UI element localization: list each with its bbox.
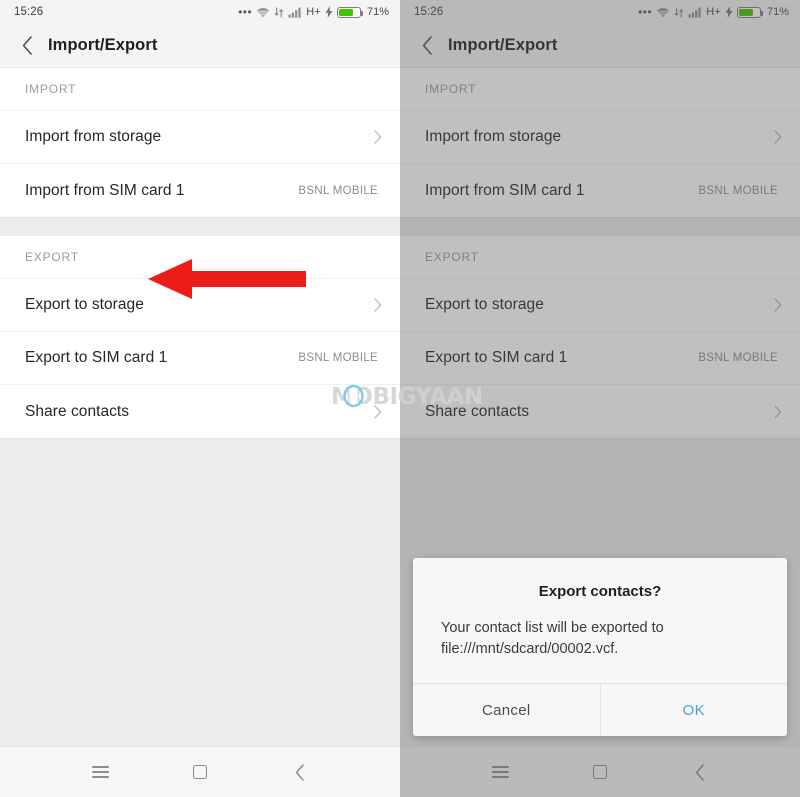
section-header-import: IMPORT xyxy=(400,68,800,111)
app-bar-right: Import/Export xyxy=(400,24,800,68)
charging-bolt-icon xyxy=(325,6,333,18)
list-item-label: Share contacts xyxy=(25,402,130,420)
section-header-export: EXPORT xyxy=(0,236,400,279)
home-square-icon[interactable] xyxy=(180,752,220,792)
status-clock: 15:26 xyxy=(14,6,44,18)
status-bar-right: 15:26 ••• H+ 71% xyxy=(400,0,800,24)
wifi-icon xyxy=(256,7,270,18)
chevron-right-icon xyxy=(768,404,782,419)
list-item-label: Share contacts xyxy=(425,402,530,420)
list-item-label: Export to SIM card 1 xyxy=(425,349,568,366)
data-transfer-icon xyxy=(674,7,684,18)
network-type-label: H+ xyxy=(306,6,321,18)
list-item-value: BSNL MOBILE xyxy=(698,352,778,364)
section-gap xyxy=(0,218,400,236)
settings-list: IMPORT Import from storage Import from S… xyxy=(400,68,800,439)
dialog-actions: Cancel OK xyxy=(413,683,788,737)
list-item-label: Export to storage xyxy=(25,296,144,313)
home-square xyxy=(593,765,607,779)
back-chevron-icon[interactable] xyxy=(680,752,720,792)
wifi-icon xyxy=(656,7,670,18)
nav-bar-left xyxy=(0,746,400,797)
status-bar-left: 15:26 ••• H+ 71% xyxy=(0,0,400,24)
charging-bolt-icon xyxy=(725,6,733,18)
signal-bars-icon xyxy=(688,7,702,18)
list-item-import-from-sim-card-1[interactable]: Import from SIM card 1 BSNL MOBILE xyxy=(400,164,800,217)
nav-bar-right xyxy=(400,746,800,797)
ok-button[interactable]: OK xyxy=(601,684,788,736)
more-dots-icon: ••• xyxy=(638,5,653,19)
data-transfer-icon xyxy=(274,7,284,18)
back-chevron-icon[interactable] xyxy=(280,752,320,792)
battery-percent-label: 71% xyxy=(366,6,389,18)
list-item-label: Import from SIM card 1 xyxy=(425,181,585,199)
left-phone-screen: 15:26 ••• H+ 71% Import/Export IMPORT Im… xyxy=(0,0,400,797)
section-gap xyxy=(400,218,800,236)
chevron-right-icon xyxy=(768,130,782,144)
cancel-button[interactable]: Cancel xyxy=(413,684,601,737)
status-clock: 15:26 xyxy=(414,6,444,18)
signal-bars-icon xyxy=(288,7,302,18)
battery-fill xyxy=(738,8,754,16)
battery-fill xyxy=(338,8,354,16)
app-bar-left: Import/Export xyxy=(0,24,400,68)
list-item-label: Export to storage xyxy=(425,296,544,313)
menu-lines xyxy=(491,763,509,782)
list-item-share-contacts[interactable]: Share contacts xyxy=(400,385,800,438)
list-item-import-from-sim-card-1[interactable]: Import from SIM card 1 BSNL MOBILE xyxy=(0,164,400,217)
list-item-export-to-sim-card-1[interactable]: Export to SIM card 1 BSNL MOBILE xyxy=(0,332,400,385)
export-contacts-dialog: Export contacts? Your contact list will … xyxy=(413,558,788,737)
list-item-export-to-storage[interactable]: Export to storage xyxy=(0,279,400,332)
menu-hamburger-icon[interactable] xyxy=(480,752,520,792)
list-item-import-from-storage[interactable]: Import from storage xyxy=(400,111,800,164)
section-header-export: EXPORT xyxy=(400,236,800,279)
more-dots-icon: ••• xyxy=(238,5,253,19)
list-item-share-contacts[interactable]: Share contacts xyxy=(0,385,400,438)
list-item-value: BSNL MOBILE xyxy=(298,184,378,197)
back-button[interactable] xyxy=(414,33,440,59)
list-item-label: Export to SIM card 1 xyxy=(25,349,168,366)
screenshot-root: 15:26 ••• H+ 71% Import/Export IMPORT Im… xyxy=(0,0,800,797)
chevron-right-icon xyxy=(768,298,782,312)
home-square-icon[interactable] xyxy=(580,752,620,792)
list-item-value: BSNL MOBILE xyxy=(298,352,378,364)
list-item-label: Import from SIM card 1 xyxy=(25,181,185,199)
menu-hamburger-icon[interactable] xyxy=(80,752,120,792)
list-item-export-to-sim-card-1[interactable]: Export to SIM card 1 BSNL MOBILE xyxy=(400,332,800,385)
list-item-value: BSNL MOBILE xyxy=(698,184,778,197)
list-item-label: Import from storage xyxy=(425,128,562,145)
dialog-title: Export contacts? xyxy=(538,583,662,600)
dialog-message: Your contact list will be exported to fi… xyxy=(441,620,664,657)
chevron-right-icon xyxy=(368,298,382,312)
chevron-right-icon xyxy=(368,404,382,419)
section-header-import: IMPORT xyxy=(0,68,400,111)
settings-list: IMPORT Import from storage Import from S… xyxy=(0,68,400,439)
status-icons-group: ••• H+ 71% xyxy=(238,6,389,18)
list-bottom-divider xyxy=(400,438,800,439)
list-item-import-from-storage[interactable]: Import from storage xyxy=(0,111,400,164)
network-type-label: H+ xyxy=(706,6,721,18)
status-icons-group: ••• H+ 71% xyxy=(638,6,789,18)
chevron-right-icon xyxy=(368,130,382,144)
page-title: Import/Export xyxy=(448,36,558,54)
menu-lines xyxy=(91,763,109,782)
list-bottom-divider xyxy=(0,438,400,439)
list-item-export-to-storage[interactable]: Export to storage xyxy=(400,279,800,332)
list-item-label: Import from storage xyxy=(25,128,162,145)
page-title: Import/Export xyxy=(48,36,158,54)
home-square xyxy=(193,765,207,779)
back-button[interactable] xyxy=(14,33,40,59)
battery-percent-label: 71% xyxy=(766,6,789,18)
battery-icon xyxy=(336,6,364,18)
right-phone-screen: 15:26 ••• H+ 71% Import/Export IMPORT Im… xyxy=(400,0,800,797)
battery-icon xyxy=(736,6,764,18)
